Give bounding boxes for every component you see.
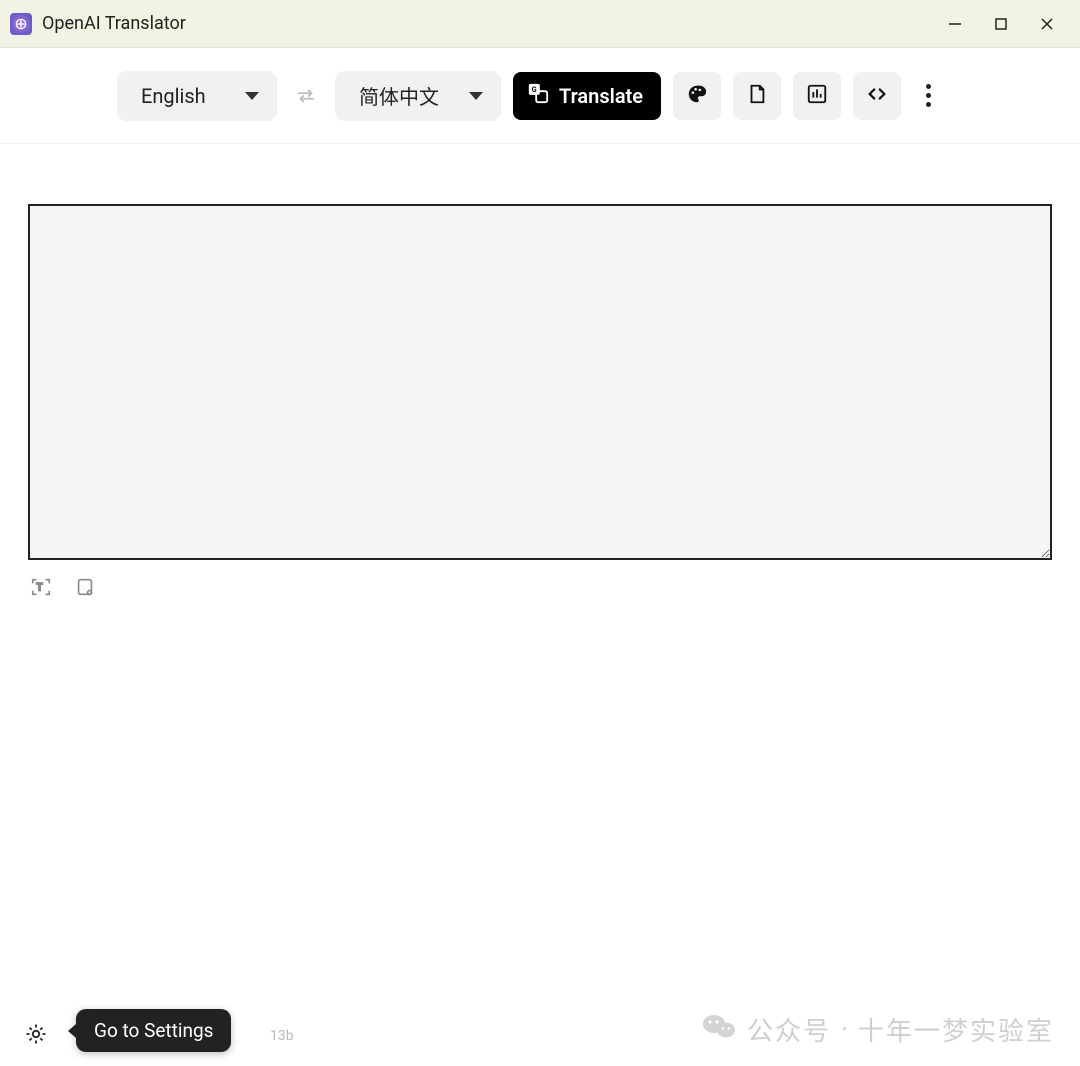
toolbar: English 简体中文 G Translate [0,48,1080,144]
target-language-label: 简体中文 [359,81,439,110]
window-title: OpenAI Translator [42,13,186,34]
titlebar: OpenAI Translator [0,0,1080,48]
more-menu-button[interactable] [913,72,943,120]
maximize-button[interactable] [978,1,1024,47]
analyze-button[interactable] [793,72,841,120]
content-area: T [0,144,1080,614]
translate-button-label: Translate [559,84,643,108]
target-language-select[interactable]: 简体中文 [335,71,501,121]
palette-icon [686,83,708,109]
translate-icon: G [527,82,549,109]
settings-button[interactable] [16,1016,56,1056]
file-icon [746,83,768,109]
watermark: 公众号 · 十年一梦实验室 [701,1011,1054,1048]
clipboard-icon [74,576,96,602]
watermark-separator: · [841,1015,848,1045]
svg-text:T: T [36,583,43,594]
source-text-input[interactable] [28,204,1052,560]
ocr-button[interactable]: T [30,578,52,600]
code-icon [866,83,888,109]
input-actions: T [28,564,1052,614]
swap-languages-button[interactable] [289,81,323,111]
gear-icon [24,1022,48,1050]
code-button[interactable] [853,72,901,120]
theme-button[interactable] [673,72,721,120]
chevron-down-icon [245,92,259,100]
app-icon [10,13,32,35]
svg-text:G: G [532,85,537,94]
settings-tooltip: Go to Settings [76,1009,231,1052]
source-language-label: English [141,84,206,108]
ocr-icon: T [30,576,52,602]
watermark-prefix: 公众号 [747,1011,831,1048]
translate-button[interactable]: G Translate [513,72,661,120]
clipboard-button[interactable] [74,578,96,600]
wechat-icon [701,1011,737,1048]
minimize-button[interactable] [932,1,978,47]
chart-icon [806,83,828,109]
close-button[interactable] [1024,1,1070,47]
summarize-button[interactable] [733,72,781,120]
source-language-select[interactable]: English [117,71,277,121]
chevron-down-icon [469,92,483,100]
kebab-icon [926,84,931,107]
footer-trailing-text: 13b [270,1028,294,1044]
watermark-suffix: 十年一梦实验室 [858,1011,1054,1048]
